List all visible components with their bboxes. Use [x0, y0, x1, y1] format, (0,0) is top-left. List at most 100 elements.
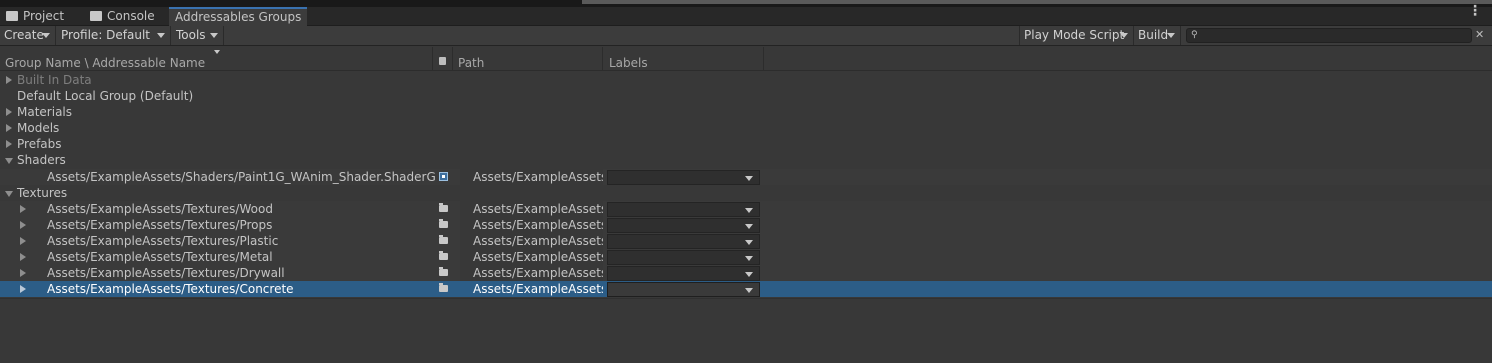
expand-arrow-icon[interactable]	[6, 124, 12, 132]
entry-row[interactable]: Assets/ExampleAssets/Textures/Wood Asset…	[0, 201, 1492, 217]
entry-path-cell: Assets/ExampleAssets/	[460, 201, 603, 217]
play-mode-label: Play Mode Script	[1024, 28, 1125, 42]
create-dropdown[interactable]: Create	[0, 26, 56, 45]
group-name: Materials	[17, 105, 73, 119]
collapse-arrow-icon[interactable]	[5, 191, 13, 197]
entry-row-selected[interactable]: Assets/ExampleAssets/Textures/Concrete A…	[0, 281, 1492, 297]
tools-dropdown[interactable]: Tools	[172, 26, 224, 45]
expand-arrow-icon[interactable]	[20, 221, 26, 229]
header-labels-column[interactable]: Labels	[603, 47, 764, 71]
labels-dropdown[interactable]	[607, 250, 760, 265]
entry-path: Assets/ExampleAssets/	[473, 202, 603, 216]
chevron-down-icon	[745, 208, 753, 213]
asset-type-icon	[439, 57, 446, 65]
header-path-column[interactable]: Path	[453, 47, 603, 71]
entry-name: Assets/ExampleAssets/Textures/Plastic	[47, 234, 279, 248]
expand-arrow-icon[interactable]	[20, 205, 26, 213]
entry-path-cell: Assets/ExampleAssets/	[460, 281, 603, 297]
entry-path-cell: Assets/ExampleAssets/	[460, 169, 603, 185]
tab-bar: Project Console Addressables Groups	[0, 7, 1492, 26]
build-label: Build	[1138, 28, 1169, 42]
labels-dropdown[interactable]	[607, 266, 760, 281]
search-input[interactable]: ⚲	[1186, 28, 1472, 43]
folder-icon	[439, 219, 448, 228]
chevron-down-icon	[745, 288, 753, 293]
entry-path-cell: Assets/ExampleAssets/	[460, 249, 603, 265]
scene-view-edge	[582, 0, 1492, 4]
tree-bottom-divider	[0, 298, 1492, 299]
group-row-textures[interactable]: Textures	[0, 185, 1492, 201]
labels-dropdown[interactable]	[607, 170, 760, 185]
group-row-materials[interactable]: Materials	[0, 104, 1492, 120]
group-name: Textures	[17, 186, 68, 200]
group-row-models[interactable]: Models	[0, 120, 1492, 136]
window-menu-icon[interactable]: ⋮	[1468, 4, 1482, 18]
entry-path: Assets/ExampleAssets/	[473, 218, 603, 232]
labels-dropdown[interactable]	[607, 218, 760, 233]
entry-name: Assets/ExampleAssets/Textures/Metal	[47, 250, 273, 264]
tab-addressables-groups[interactable]: Addressables Groups	[169, 7, 307, 26]
chevron-down-icon	[745, 176, 753, 181]
group-row-prefabs[interactable]: Prefabs	[0, 136, 1492, 152]
expand-arrow-icon[interactable]	[6, 76, 12, 84]
expand-arrow-icon[interactable]	[20, 285, 26, 293]
column-header: Group Name \ Addressable Name Path Label…	[0, 47, 1492, 71]
expand-arrow-icon[interactable]	[6, 108, 12, 116]
entry-row[interactable]: Assets/ExampleAssets/Textures/Metal Asse…	[0, 249, 1492, 265]
entry-row[interactable]: Assets/ExampleAssets/Textures/Drywall As…	[0, 265, 1492, 281]
collapse-arrow-icon[interactable]	[5, 158, 13, 164]
toolbar: Create Profile: Default Tools Play Mode …	[0, 26, 1492, 46]
shadergraph-icon	[439, 172, 448, 181]
entry-path: Assets/ExampleAssets/	[473, 250, 603, 264]
expand-arrow-icon[interactable]	[20, 269, 26, 277]
create-label: Create	[4, 28, 44, 42]
expand-arrow-icon[interactable]	[6, 140, 12, 148]
entry-path: Assets/ExampleAssets/	[473, 282, 603, 296]
entry-name: Assets/ExampleAssets/Textures/Drywall	[47, 266, 285, 280]
group-row-default-local[interactable]: Default Local Group (Default)	[0, 88, 1492, 104]
profile-dropdown[interactable]: Profile: Default	[57, 26, 171, 45]
chevron-down-icon	[745, 256, 753, 261]
entry-row[interactable]: Assets/ExampleAssets/Textures/Props Asse…	[0, 217, 1492, 233]
folder-icon	[439, 283, 448, 292]
chevron-down-icon	[1120, 33, 1128, 38]
expand-arrow-icon[interactable]	[20, 237, 26, 245]
entry-path: Assets/ExampleAssets/	[473, 266, 603, 280]
entry-name: Assets/ExampleAssets/Textures/Props	[47, 218, 273, 232]
labels-dropdown[interactable]	[607, 234, 760, 249]
entry-row[interactable]: Assets/ExampleAssets/Shaders/Paint1G_WAn…	[0, 169, 1492, 185]
tab-addressables-label: Addressables Groups	[175, 10, 302, 24]
tab-console[interactable]: Console	[84, 7, 168, 26]
top-strip	[0, 0, 1492, 7]
header-type-column[interactable]	[433, 47, 453, 71]
group-name: Models	[17, 121, 60, 135]
chevron-down-icon	[745, 240, 753, 245]
play-mode-script-dropdown[interactable]: Play Mode Script	[1019, 26, 1134, 45]
entry-path-cell: Assets/ExampleAssets/	[460, 217, 603, 233]
entry-path: Assets/ExampleAssets/	[473, 170, 603, 184]
labels-dropdown[interactable]	[607, 202, 760, 217]
tab-project[interactable]: Project	[0, 7, 84, 26]
console-icon	[90, 11, 102, 21]
chevron-down-icon	[42, 33, 50, 38]
group-row-built-in-data[interactable]: Built In Data	[0, 72, 1492, 88]
folder-icon	[439, 203, 448, 212]
entry-path-cell: Assets/ExampleAssets/	[460, 265, 603, 281]
entry-name: Assets/ExampleAssets/Textures/Concrete	[47, 282, 294, 296]
entry-name: Assets/ExampleAssets/Shaders/Paint1G_WAn…	[47, 170, 435, 184]
folder-icon	[6, 11, 18, 21]
group-row-shaders[interactable]: Shaders	[0, 152, 1492, 168]
entry-row[interactable]: Assets/ExampleAssets/Textures/Plastic As…	[0, 233, 1492, 249]
header-name-label: Group Name \ Addressable Name	[5, 56, 206, 70]
expand-arrow-icon[interactable]	[20, 253, 26, 261]
header-name-column[interactable]: Group Name \ Addressable Name	[0, 47, 433, 71]
chevron-down-icon	[157, 33, 165, 38]
clear-search-icon[interactable]: ✕	[1475, 27, 1484, 43]
group-name: Shaders	[17, 153, 66, 167]
labels-dropdown[interactable]	[607, 282, 760, 297]
build-dropdown[interactable]: Build	[1134, 26, 1181, 45]
profile-label: Profile: Default	[61, 28, 151, 42]
folder-icon	[439, 251, 448, 260]
group-name: Default Local Group (Default)	[17, 89, 194, 103]
chevron-down-icon	[745, 224, 753, 229]
